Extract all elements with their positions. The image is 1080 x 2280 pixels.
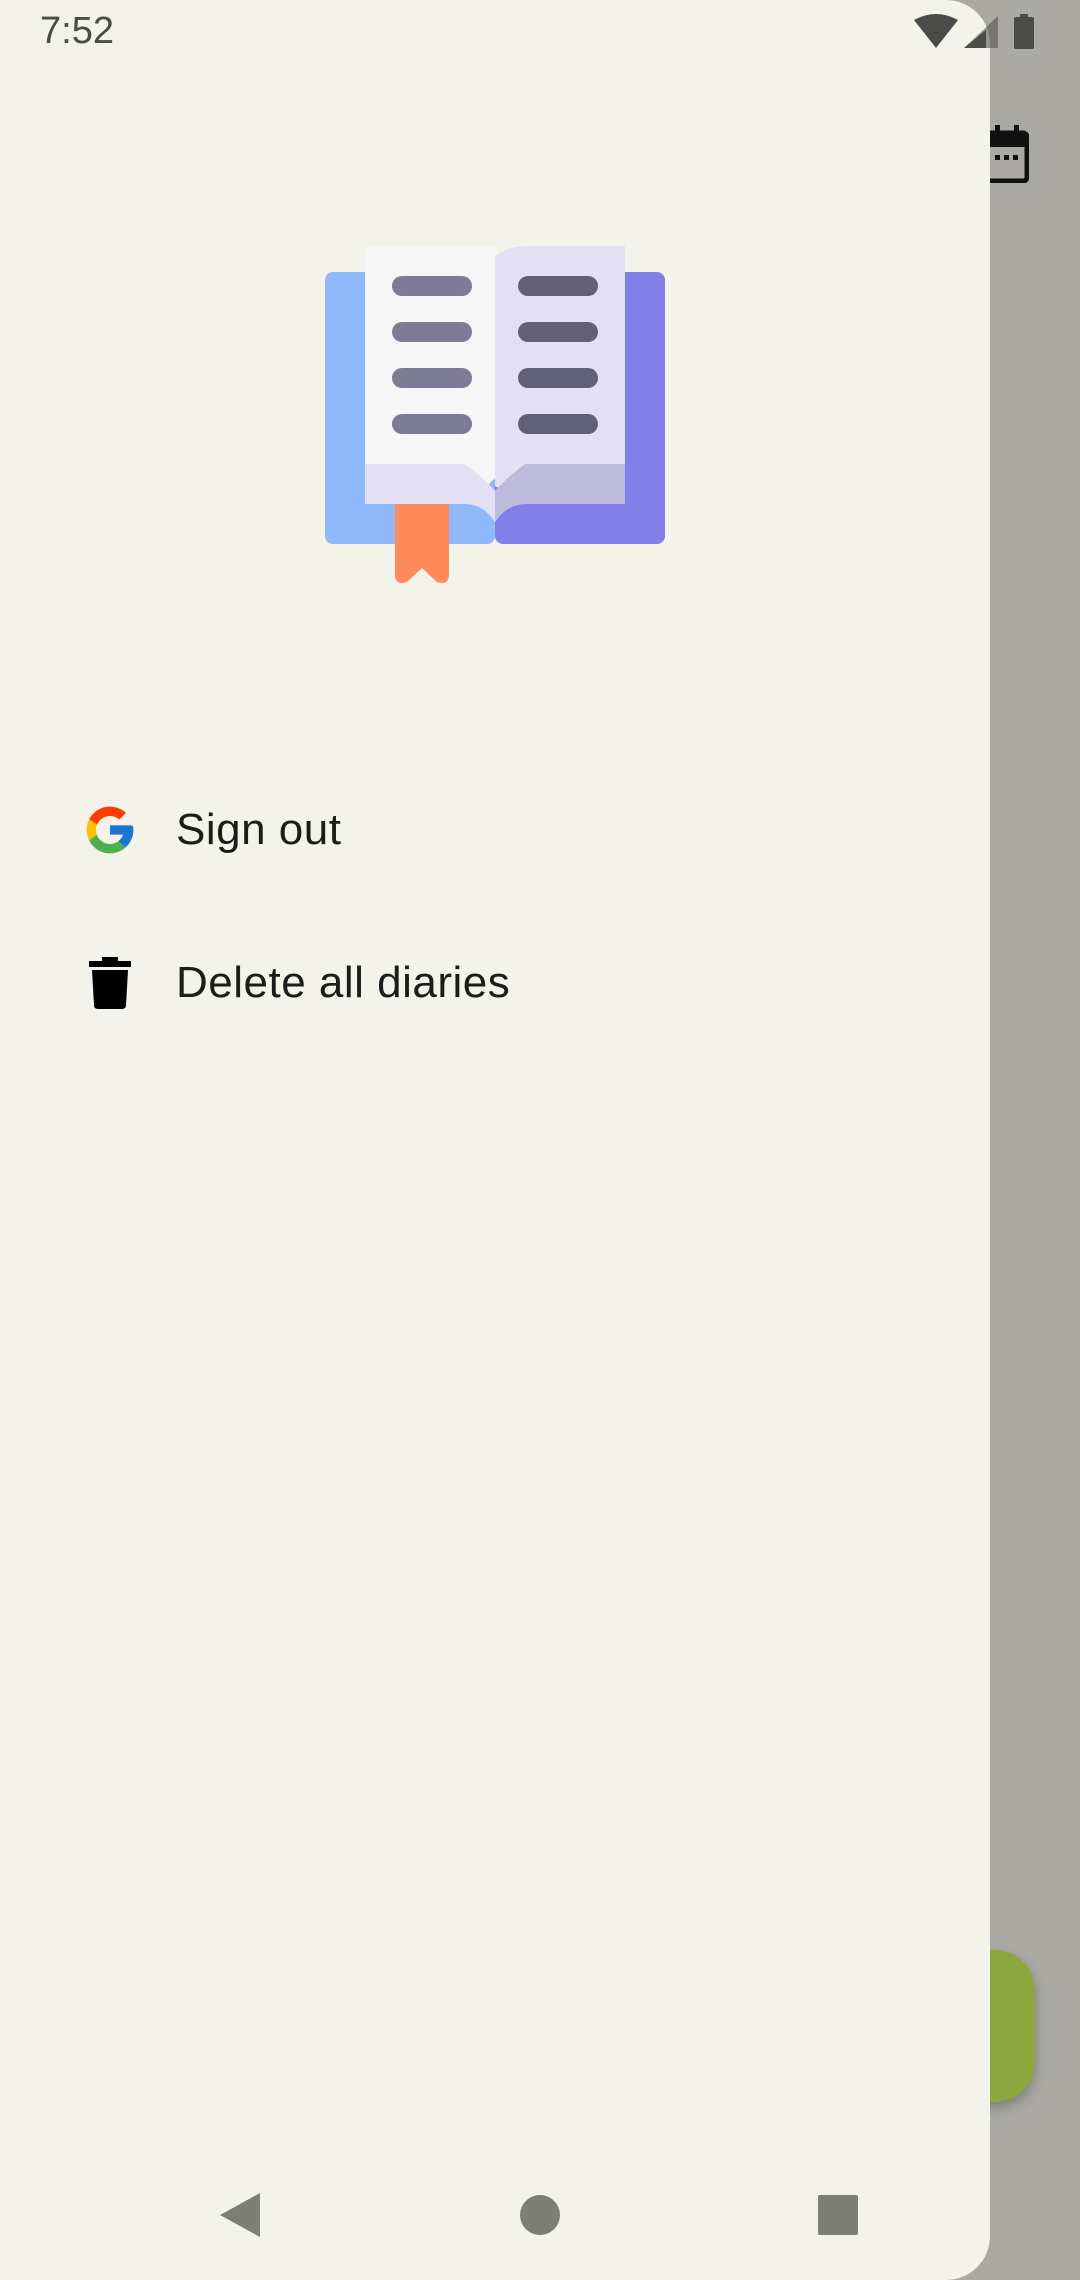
sign-out-label: Sign out: [176, 805, 342, 854]
delete-all-diaries-label: Delete all diaries: [176, 958, 511, 1007]
back-button[interactable]: [195, 2170, 285, 2260]
trash-icon: [80, 953, 140, 1013]
back-icon: [220, 2193, 260, 2237]
home-icon: [520, 2195, 560, 2235]
battery-icon: [1014, 14, 1034, 49]
wifi-icon: [914, 14, 958, 48]
recents-icon: [818, 2195, 858, 2235]
home-button[interactable]: [495, 2170, 585, 2260]
open-book-logo: [325, 246, 665, 583]
delete-all-diaries-menu-item[interactable]: Delete all diaries: [80, 928, 960, 1038]
status-time: 7:52: [40, 10, 114, 52]
navigation-drawer: 7:52 Sign out Delete all diaries: [0, 0, 1034, 2280]
calendar-icon: [985, 125, 1029, 183]
navigation-bar: [0, 2170, 990, 2260]
google-icon: [80, 800, 140, 860]
sign-out-menu-item[interactable]: Sign out: [80, 775, 960, 885]
status-icons: [914, 14, 1034, 49]
recents-button[interactable]: [793, 2170, 883, 2260]
